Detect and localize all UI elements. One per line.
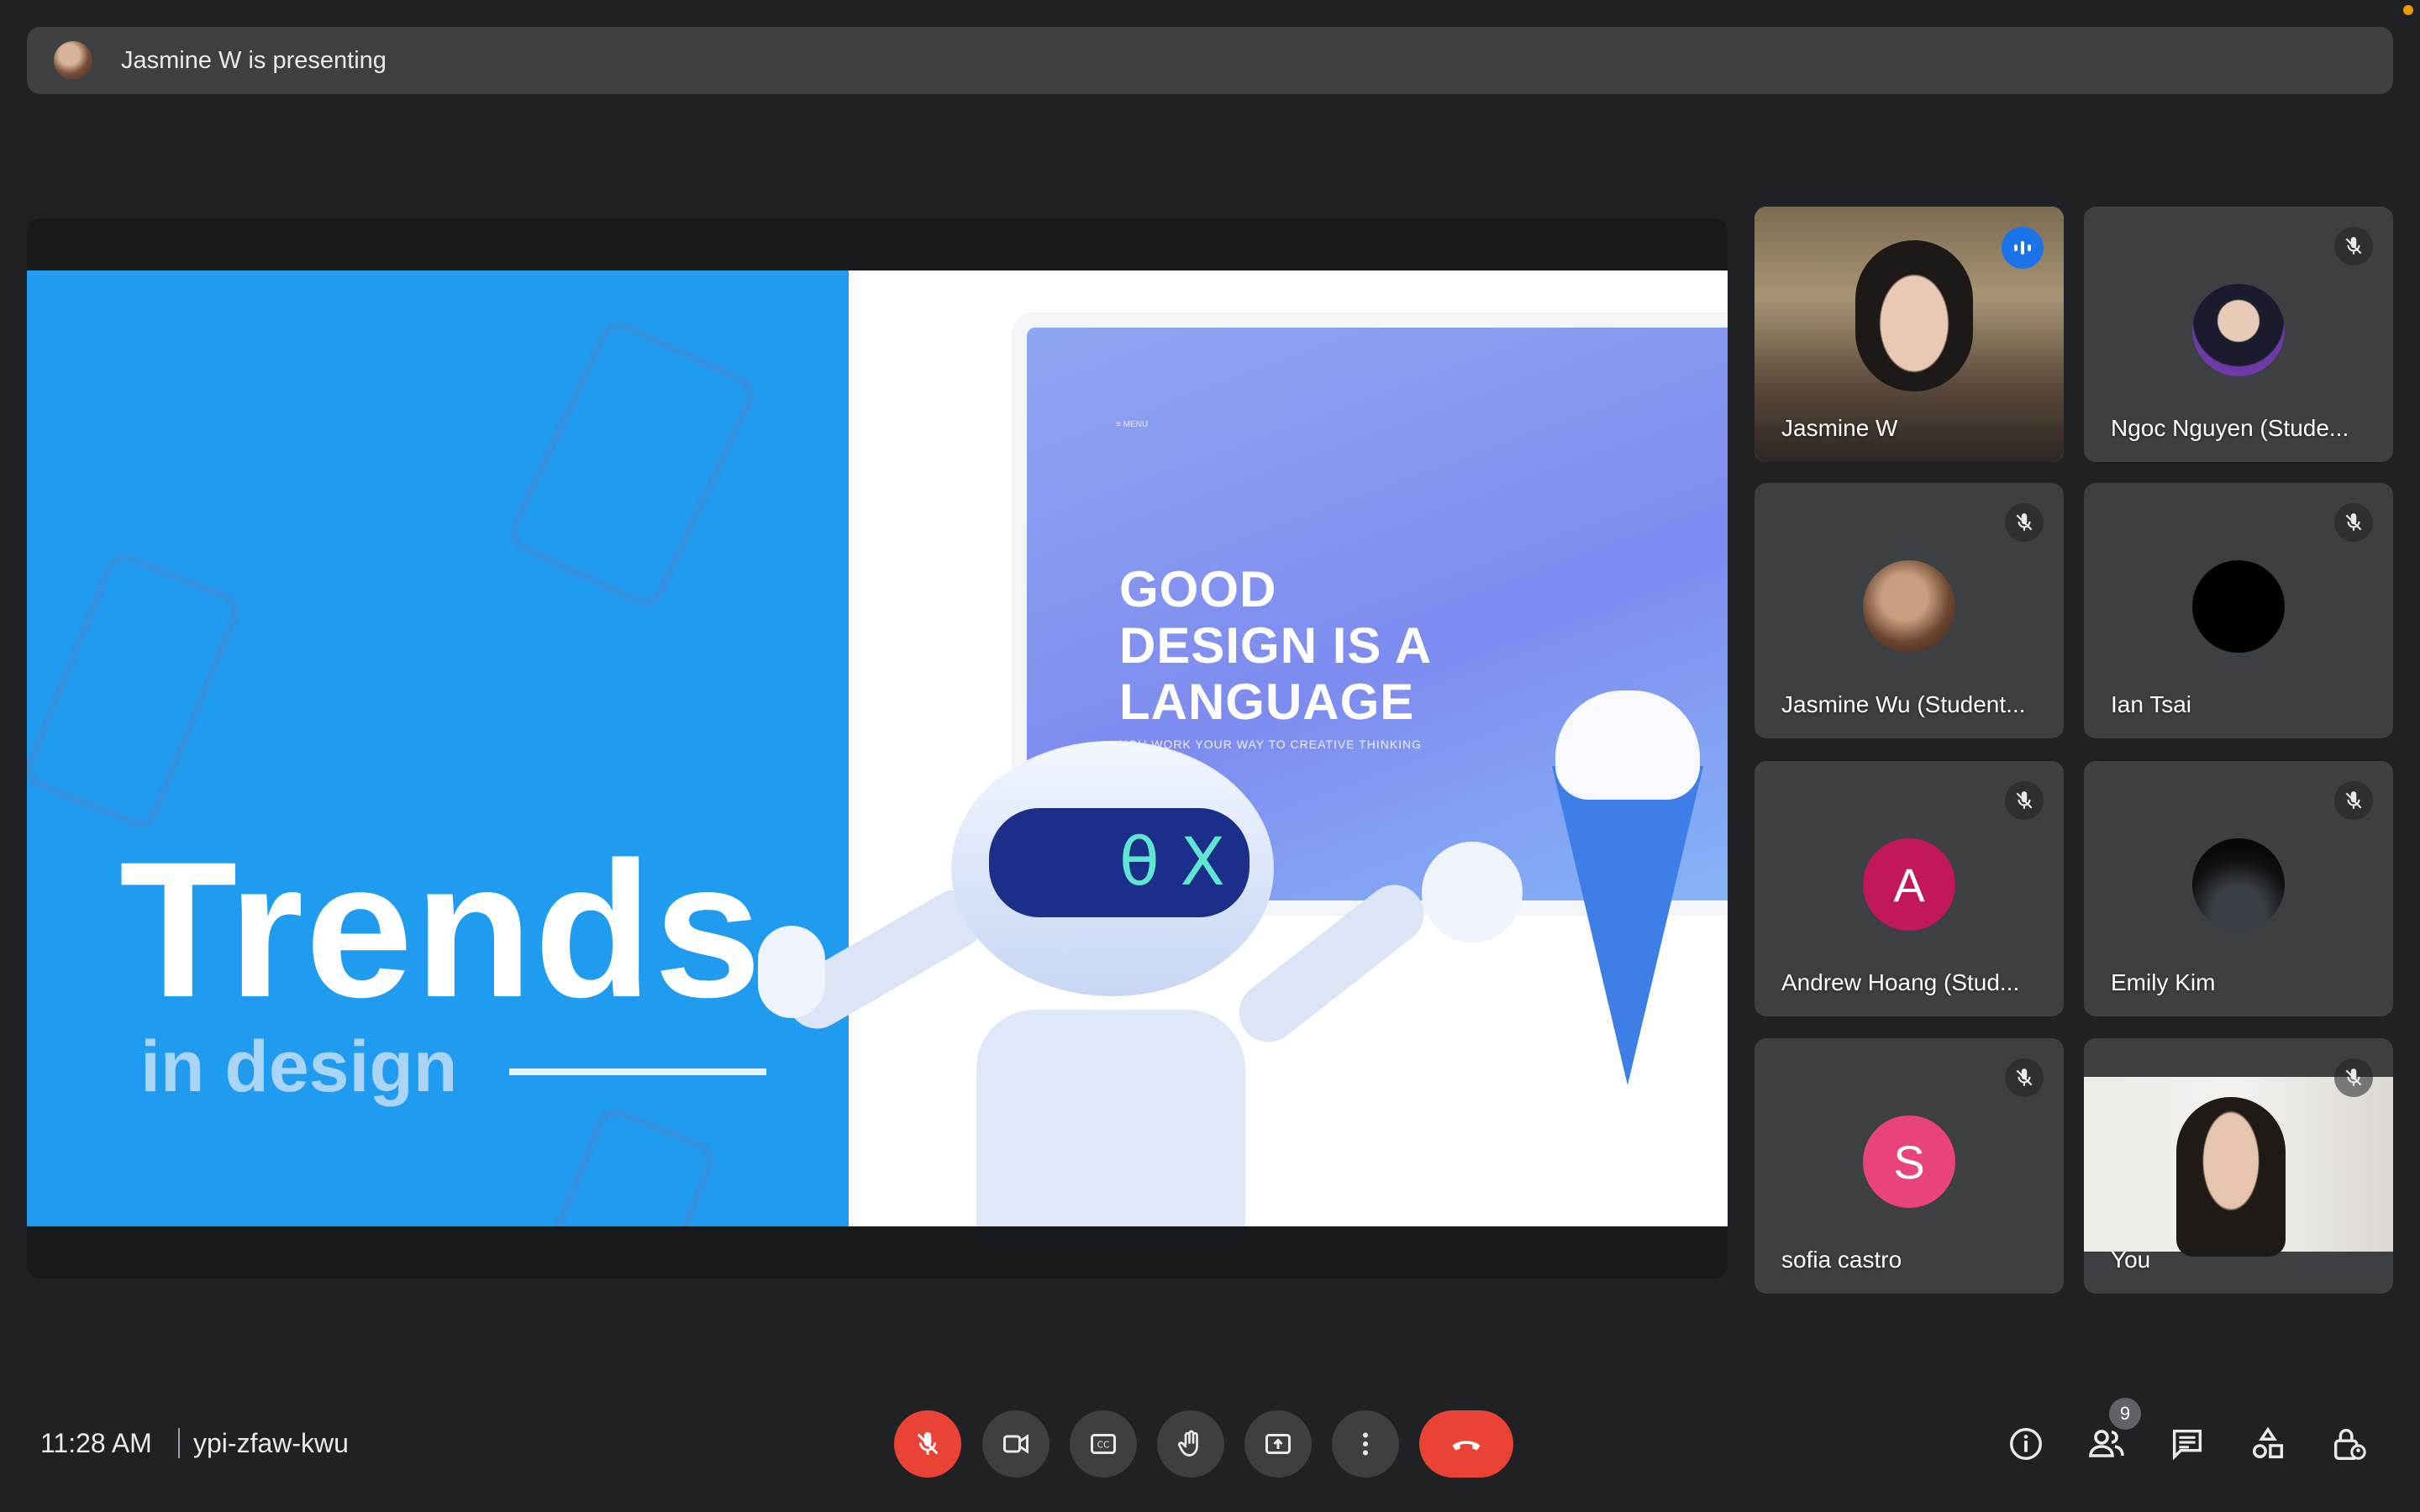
- robot-hand-right: [1422, 842, 1523, 942]
- mic-muted-icon: [917, 1431, 939, 1455]
- speaking-indicator-icon: [2002, 227, 2044, 269]
- host-controls-button[interactable]: [2319, 1415, 2378, 1473]
- participant-tile[interactable]: Ian Tsai: [2084, 483, 2393, 738]
- raise-hand-icon: [1178, 1430, 1198, 1457]
- participant-face: [1855, 240, 1973, 391]
- participant-tile[interactable]: A Andrew Hoang (Stud...: [1754, 761, 2064, 1016]
- cone-shape: [1552, 766, 1703, 1085]
- robot-body: [976, 1010, 1245, 1226]
- mock-menu-label: ≡ MENU: [1116, 420, 1149, 429]
- meet-window: Jasmine W is presenting Trends in design…: [0, 0, 2420, 1512]
- leave-call-button[interactable]: [1419, 1410, 1513, 1478]
- chat-icon: [2172, 1429, 2202, 1461]
- phone-outline-icon: [534, 1101, 721, 1226]
- status-dot-icon: [2403, 5, 2413, 15]
- participant-tile-self[interactable]: You: [2084, 1038, 2393, 1294]
- mic-off-icon: [2005, 781, 2044, 820]
- people-icon: [2089, 1430, 2124, 1457]
- self-face: [2176, 1097, 2286, 1257]
- slide-underline: [509, 1068, 766, 1075]
- presenting-banner[interactable]: Jasmine W is presenting: [27, 27, 2393, 94]
- captions-button[interactable]: CC: [1070, 1410, 1137, 1478]
- participant-tile[interactable]: Ngoc Nguyen (Stude...: [2084, 207, 2393, 462]
- robot-hand-left: [758, 926, 825, 1018]
- host-controls-icon: [2333, 1429, 2366, 1460]
- robot-eyes: θ X: [1119, 825, 1225, 900]
- mock-heading-line: DESIGN IS A: [1119, 617, 1433, 675]
- presenting-text: Jasmine W is presenting: [121, 46, 387, 74]
- participant-name: Jasmine W: [1781, 415, 1898, 441]
- participant-name: Ngoc Nguyen (Stude...: [2111, 415, 2349, 441]
- shared-slide: Trends in design ≡ MENU GOOD DESIGN IS A…: [27, 270, 1728, 1226]
- mic-off-icon: [2005, 1058, 2044, 1097]
- mock-heading-line: LANGUAGE: [1119, 674, 1415, 731]
- presenter-avatar: [54, 41, 92, 80]
- camera-toggle-button[interactable]: [982, 1410, 1050, 1478]
- activities-button[interactable]: [2238, 1415, 2297, 1473]
- camera-icon: [1003, 1434, 1028, 1454]
- slide-left-panel: Trends in design: [27, 270, 849, 1226]
- phone-outline-icon: [27, 547, 246, 834]
- info-icon: [2010, 1428, 2042, 1460]
- current-time: 11:28 AM: [40, 1428, 152, 1458]
- chat-button[interactable]: [2158, 1415, 2217, 1473]
- mic-off-icon: [2334, 503, 2373, 542]
- mic-toggle-button[interactable]: [894, 1410, 961, 1478]
- participant-tile[interactable]: S sofia castro: [1754, 1038, 2064, 1294]
- meeting-details-button[interactable]: [1996, 1415, 2055, 1473]
- people-count-badge: 9: [2109, 1398, 2141, 1430]
- participant-tile[interactable]: Emily Kim: [2084, 761, 2393, 1016]
- more-options-button[interactable]: [1332, 1410, 1399, 1478]
- slide-subtitle: in design: [140, 1026, 458, 1107]
- present-now-button[interactable]: [1244, 1410, 1312, 1478]
- mic-off-icon: [2334, 227, 2373, 265]
- participant-name: Andrew Hoang (Stud...: [1781, 969, 2020, 995]
- participant-name: You: [2111, 1247, 2151, 1273]
- meeting-code: ypi-zfaw-kwu: [193, 1428, 349, 1458]
- slide-title: Trends: [119, 822, 764, 1037]
- participant-avatar: [1863, 560, 1955, 653]
- presentation-stage[interactable]: Trends in design ≡ MENU GOOD DESIGN IS A…: [27, 218, 1728, 1278]
- phone-outline-icon: [502, 313, 762, 614]
- activities-icon: [2252, 1426, 2284, 1459]
- participant-avatar: [2192, 284, 2285, 376]
- participant-name: Emily Kim: [2111, 969, 2216, 995]
- participant-avatar: [2192, 560, 2285, 653]
- more-options-icon: [1363, 1432, 1368, 1456]
- participant-tile[interactable]: Jasmine W: [1754, 207, 2064, 462]
- raise-hand-button[interactable]: [1157, 1410, 1224, 1478]
- participant-name: sofia castro: [1781, 1247, 1902, 1273]
- participant-tile[interactable]: Jasmine Wu (Student...: [1754, 483, 2064, 738]
- mic-off-icon: [2334, 1058, 2373, 1097]
- mic-off-icon: [2334, 781, 2373, 820]
- mock-heading: GOOD DESIGN IS A LANGUAGE: [1119, 561, 1432, 731]
- captions-icon: CC: [1091, 1434, 1116, 1454]
- participant-name: Ian Tsai: [2111, 691, 2191, 717]
- participant-name: Jasmine Wu (Student...: [1781, 691, 2026, 717]
- end-call-icon: [1452, 1441, 1481, 1451]
- svg-text:CC: CC: [1097, 1441, 1110, 1451]
- participant-initial-avatar: S: [1863, 1116, 1955, 1208]
- participant-initial-avatar: A: [1863, 838, 1955, 931]
- present-icon: [1265, 1434, 1291, 1454]
- participant-avatar: [2192, 838, 2285, 931]
- mic-off-icon: [2005, 503, 2044, 542]
- divider: [178, 1428, 180, 1458]
- mock-heading-line: GOOD: [1119, 561, 1277, 617]
